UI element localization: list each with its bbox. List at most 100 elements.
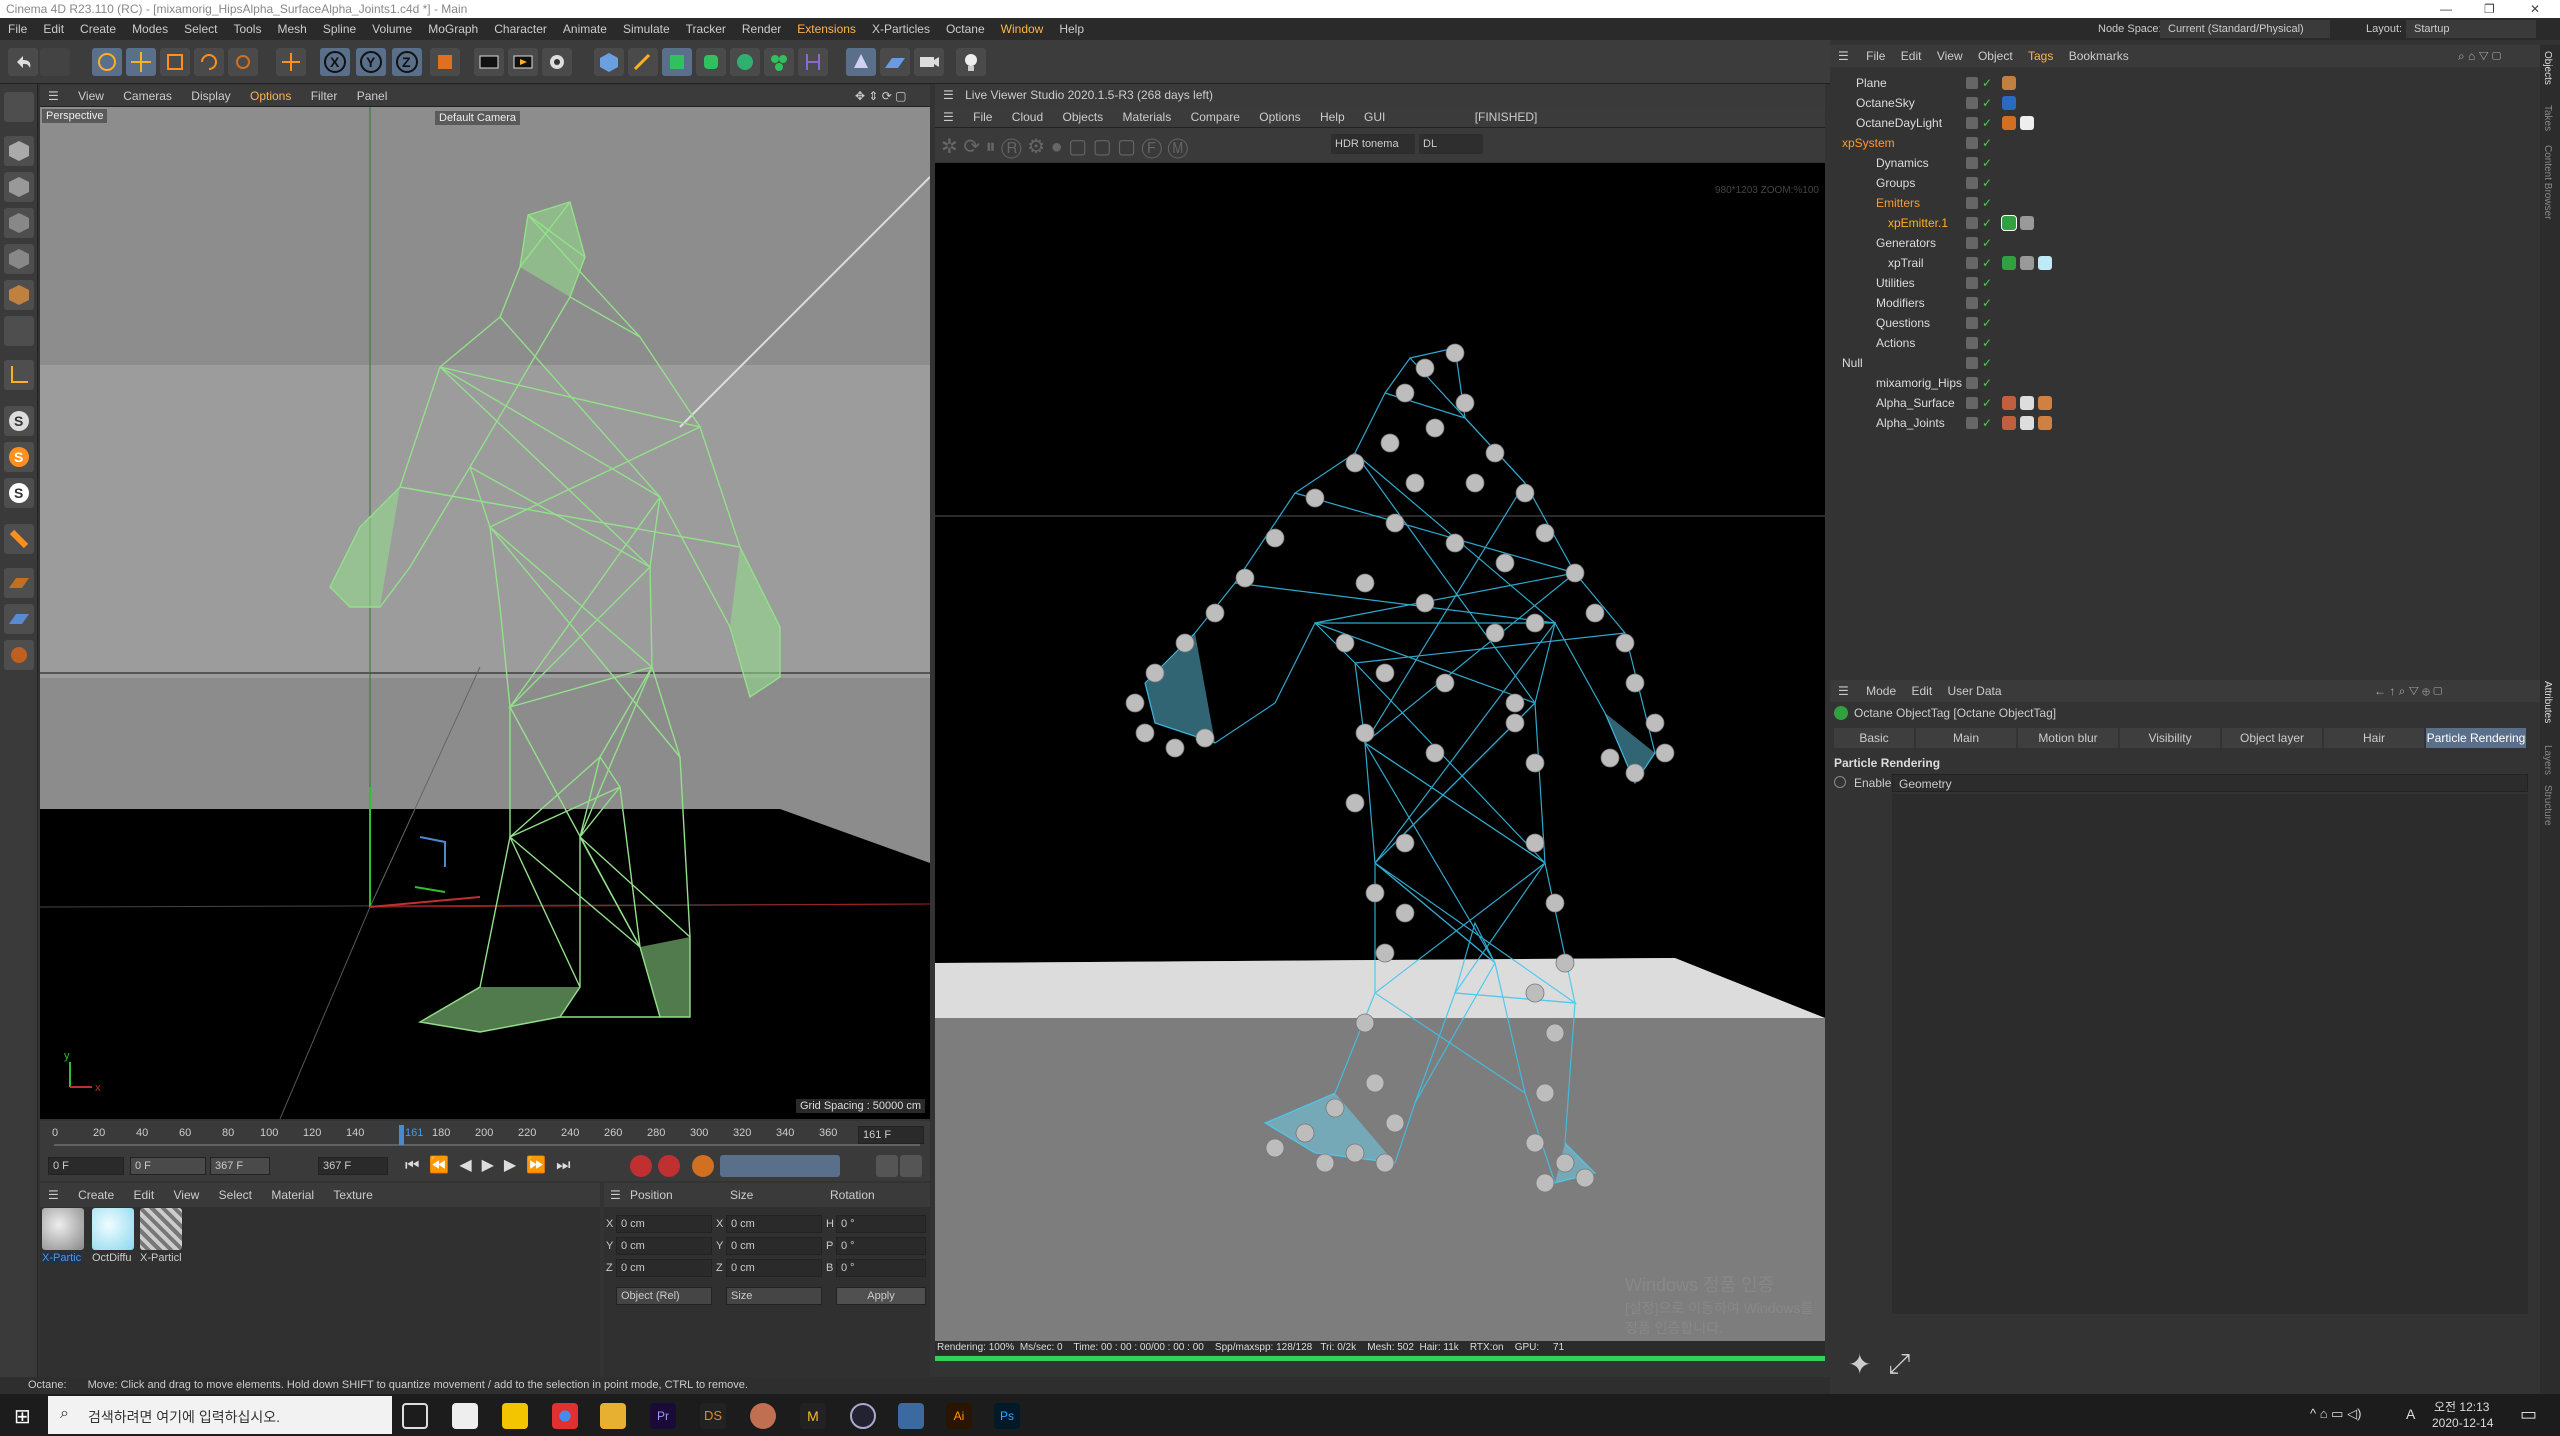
object-row[interactable]: mixamorig_Hips ✓: [1830, 373, 2540, 393]
coord-mode-dropdown[interactable]: Object (Rel): [616, 1287, 712, 1305]
enabled-check-icon[interactable]: ✓: [1982, 273, 1992, 293]
tab-motion-blur[interactable]: Motion blur: [2018, 728, 2118, 748]
viewport-menu-cameras[interactable]: Cameras: [115, 85, 180, 107]
grid-icon[interactable]: [4, 604, 34, 634]
tag-icon[interactable]: [2020, 216, 2034, 230]
position-y-field[interactable]: 0 cm: [616, 1237, 712, 1255]
enabled-check-icon[interactable]: ✓: [1982, 193, 1992, 213]
viewport-menu-filter[interactable]: Filter: [303, 85, 346, 107]
magnet-icon[interactable]: [4, 524, 34, 554]
x-axis-lock-icon[interactable]: X: [320, 48, 350, 76]
key-filter-icons[interactable]: [720, 1155, 840, 1177]
hamburger-icon[interactable]: ☰: [1830, 49, 1857, 63]
enable-radio[interactable]: [1834, 776, 1846, 788]
kakaotalk-icon[interactable]: [502, 1403, 528, 1429]
scheme-icon[interactable]: [876, 1155, 898, 1177]
premiere-icon[interactable]: Pr: [650, 1403, 676, 1429]
layer-checkbox[interactable]: [1966, 357, 1978, 369]
mat-menu-edit[interactable]: Edit: [125, 1188, 162, 1202]
mat-menu-create[interactable]: Create: [70, 1188, 122, 1202]
layer-checkbox[interactable]: [1966, 377, 1978, 389]
enabled-check-icon[interactable]: ✓: [1982, 373, 1992, 393]
menu-spline[interactable]: Spline: [315, 18, 364, 40]
workplane-icon[interactable]: [4, 568, 34, 598]
menu-volume[interactable]: Volume: [364, 18, 420, 40]
make-editable-icon[interactable]: [4, 92, 34, 122]
environment-icon[interactable]: [846, 48, 876, 76]
position-z-field[interactable]: 0 cm: [616, 1259, 712, 1277]
material-thumb-x-particles-1[interactable]: [42, 1208, 84, 1250]
polygon-mode-icon[interactable]: [4, 280, 34, 310]
tag-icon[interactable]: [2002, 396, 2016, 410]
tag-icon[interactable]: [2002, 76, 2016, 90]
layer-checkbox[interactable]: [1966, 397, 1978, 409]
viewport-menu-view[interactable]: View: [70, 85, 112, 107]
select-tool-icon[interactable]: [92, 48, 122, 76]
menu-animate[interactable]: Animate: [555, 18, 615, 40]
file-explorer-icon[interactable]: [600, 1403, 626, 1429]
obj-menu-file[interactable]: File: [1860, 49, 1891, 63]
camera-icon[interactable]: [914, 48, 944, 76]
cube-icon[interactable]: [594, 48, 624, 76]
obj-menu-object[interactable]: Object: [1972, 49, 2019, 63]
tag-icon[interactable]: [2038, 416, 2052, 430]
menu-mograph[interactable]: MoGraph: [420, 18, 486, 40]
object-row[interactable]: xpSystem ✓: [1830, 133, 2540, 153]
tag-icon[interactable]: [2002, 96, 2016, 110]
menu-create[interactable]: Create: [72, 18, 124, 40]
material-thumb-octdiffuse[interactable]: [92, 1208, 134, 1250]
y-axis-lock-icon[interactable]: Y: [356, 48, 386, 76]
layer-checkbox[interactable]: [1966, 157, 1978, 169]
lv-menu-options[interactable]: Options: [1251, 106, 1308, 128]
tab-object-layer[interactable]: Object layer: [2222, 728, 2322, 748]
material-name[interactable]: OctDiffu: [92, 1252, 132, 1264]
layer-checkbox[interactable]: [1966, 137, 1978, 149]
start-frame-field[interactable]: 0 F: [48, 1157, 124, 1175]
cinema4d-icon[interactable]: [850, 1403, 876, 1429]
size-x-field[interactable]: 0 cm: [726, 1215, 822, 1233]
object-row[interactable]: Dynamics ✓: [1830, 153, 2540, 173]
locked-workplane-icon[interactable]: [4, 640, 34, 670]
layer-checkbox[interactable]: [1966, 337, 1978, 349]
side-tab-content-browser[interactable]: Content Browser: [2542, 145, 2553, 219]
redo-icon[interactable]: [40, 48, 70, 76]
light-icon[interactable]: [956, 48, 986, 76]
object-row[interactable]: Generators ✓: [1830, 233, 2540, 253]
array-icon[interactable]: [696, 48, 726, 76]
object-row[interactable]: Actions ✓: [1830, 333, 2540, 353]
tab-visibility[interactable]: Visibility: [2120, 728, 2220, 748]
size-y-field[interactable]: 0 cm: [726, 1237, 822, 1255]
menu-file[interactable]: File: [0, 18, 35, 40]
attr-nav-icons[interactable]: ← ↑ ⌕ ▽ ⊕ ▢: [2374, 680, 2442, 702]
hamburger-icon[interactable]: ☰: [604, 1188, 627, 1202]
octane-render-view[interactable]: 980*1203 ZOOM:%100 Windows 정품 인증 [설정]으로 …: [935, 163, 1825, 1341]
menu-x-particles[interactable]: X-Particles: [864, 18, 938, 40]
autokey-icon[interactable]: [658, 1155, 680, 1177]
viewport-menu-panel[interactable]: Panel: [349, 85, 396, 107]
mat-menu-material[interactable]: Material: [263, 1188, 322, 1202]
layer-checkbox[interactable]: [1966, 217, 1978, 229]
scale-tool-icon[interactable]: [160, 48, 190, 76]
timeline-layout-icon[interactable]: [900, 1155, 922, 1177]
render-view-icon[interactable]: [508, 48, 538, 76]
workplane-snap-icon[interactable]: S: [4, 478, 34, 508]
photoshop-icon[interactable]: Ps: [994, 1403, 1020, 1429]
hamburger-icon[interactable]: ☰: [40, 1188, 67, 1202]
texture-mode-icon[interactable]: [4, 172, 34, 202]
side-tab-objects[interactable]: Objects: [2542, 51, 2553, 85]
lv-menu-file[interactable]: File: [965, 106, 1000, 128]
app-icon[interactable]: [898, 1403, 924, 1429]
tonemap-dropdown[interactable]: HDR tonema: [1331, 134, 1415, 154]
object-row[interactable]: Plane ✓: [1830, 73, 2540, 93]
object-row[interactable]: Groups ✓: [1830, 173, 2540, 193]
enabled-check-icon[interactable]: ✓: [1982, 313, 1992, 333]
position-x-field[interactable]: 0 cm: [616, 1215, 712, 1233]
axis-center-icon[interactable]: [276, 48, 306, 76]
menu-select[interactable]: Select: [176, 18, 225, 40]
current-frame-field[interactable]: 161 F: [858, 1126, 924, 1144]
layer-checkbox[interactable]: [1966, 417, 1978, 429]
layer-checkbox[interactable]: [1966, 317, 1978, 329]
enabled-check-icon[interactable]: ✓: [1982, 253, 1992, 273]
move-tool-icon[interactable]: [126, 48, 156, 76]
tag-icon[interactable]: [2002, 116, 2016, 130]
